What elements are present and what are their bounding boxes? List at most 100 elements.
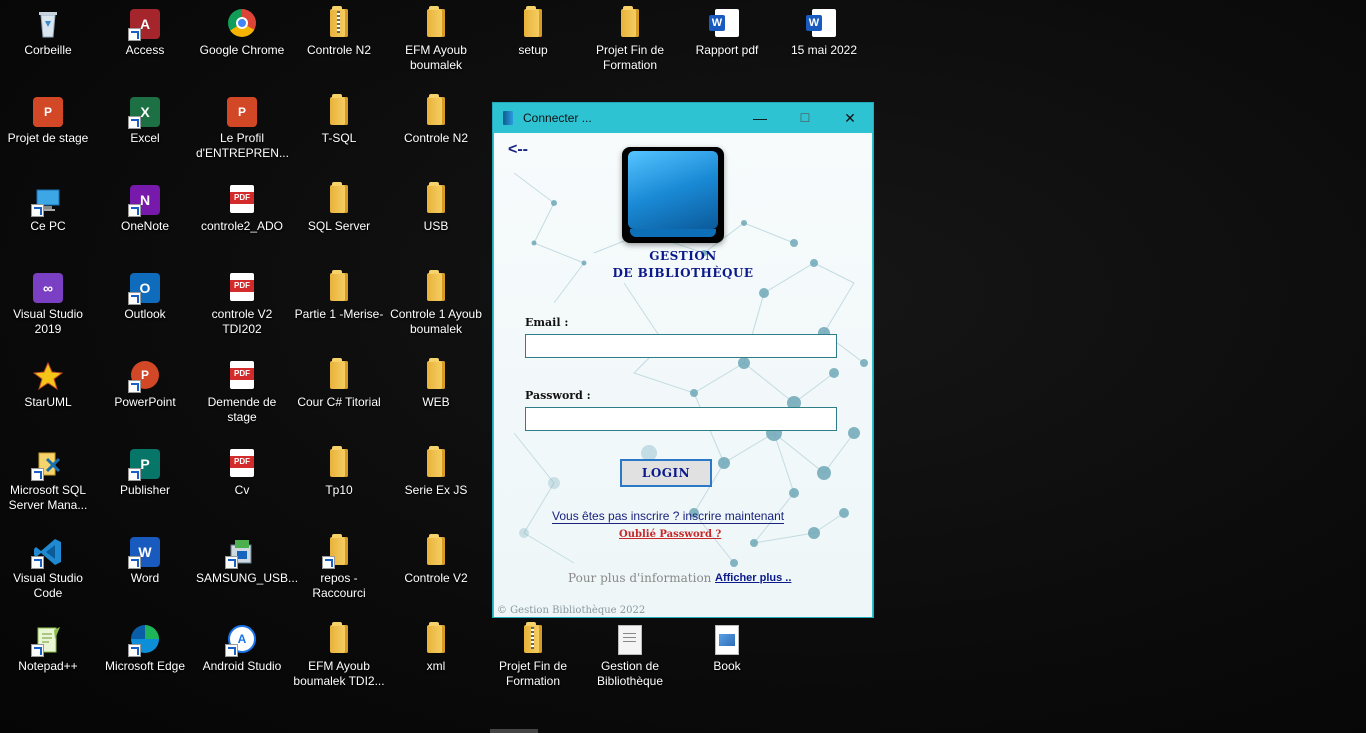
folder-icon (324, 94, 354, 127)
desktop-icon-controle-v2-tdi202[interactable]: controle V2 TDI202 (194, 266, 290, 352)
word-doc-icon (806, 9, 839, 39)
desktop-icon-rapport-pdf[interactable]: Rapport pdf (679, 2, 775, 88)
desktop-icon-efm-ayoub-tdi2[interactable]: EFM Ayoub boumalek TDI2... (291, 618, 387, 704)
desktop-icon-staruml[interactable]: StarUML (0, 354, 96, 440)
close-button[interactable]: ✕ (827, 103, 873, 133)
desktop-icon-label: SAMSUNG_USB... (196, 571, 299, 585)
desktop-icon-publisher[interactable]: P Publisher (97, 442, 193, 528)
desktop-icon-serie-ex-js[interactable]: Serie Ex JS (388, 442, 484, 528)
desktop-icon-15-mai-2022[interactable]: 15 mai 2022 (776, 2, 872, 88)
desktop-icon-le-profil[interactable]: P Le Profil d'ENTREPREN... (194, 90, 290, 176)
desktop-icon-projet-fin-zip[interactable]: Projet Fin de Formation (485, 618, 581, 704)
folder-icon (324, 182, 354, 215)
desktop-icon-label: Controle N2 (403, 131, 469, 145)
email-field[interactable] (525, 334, 837, 358)
shortcut-arrow-icon (225, 556, 238, 569)
desktop-icon-label: Partie 1 -Merise- (294, 307, 384, 321)
desktop-icon-microsoft-edge[interactable]: Microsoft Edge (97, 618, 193, 704)
desktop-icon-label: Cour C# Titorial (297, 395, 381, 409)
desktop-icon-book[interactable]: Book (679, 618, 775, 704)
shortcut-arrow-icon (128, 204, 141, 217)
desktop-icon-controle-1-ayoub[interactable]: Controle 1 Ayoub boumalek (388, 266, 484, 352)
shortcut-arrow-icon (322, 556, 335, 569)
desktop-icon-projet-de-stage[interactable]: P Projet de stage (0, 90, 96, 176)
text-file-icon (615, 625, 645, 655)
book-app-icon (503, 111, 513, 125)
desktop-icon-label: Serie Ex JS (404, 483, 468, 497)
desktop-icon-label: Controle 1 Ayoub boumalek (390, 307, 482, 336)
show-more-link[interactable]: Afficher plus .. (715, 572, 791, 584)
minimize-button[interactable]: — (737, 103, 783, 133)
desktop-icon-tp10[interactable]: Tp10 (291, 442, 387, 528)
desktop-icon-outlook[interactable]: O Outlook (97, 266, 193, 352)
login-form: <-- GESTION DE BIBLIOTHÈQUE Email : Pass… (494, 133, 872, 617)
desktop-icon-projet-fin-de-formation[interactable]: Projet Fin de Formation (582, 2, 678, 88)
desktop-icon-cour-csharp[interactable]: Cour C# Titorial (291, 354, 387, 440)
shortcut-arrow-icon (31, 204, 44, 217)
desktop-icon-controle-n2-zip[interactable]: Controle N2 (291, 2, 387, 88)
login-button[interactable]: LOGIN (620, 459, 712, 487)
desktop-icon-google-chrome[interactable]: Google Chrome (194, 2, 290, 88)
forgot-password-link[interactable]: Oublié Password ? (619, 529, 721, 540)
window-titlebar[interactable]: Connecter ... — ☐ ✕ (493, 103, 873, 133)
desktop-icon-label: 15 mai 2022 (790, 43, 858, 57)
maximize-button[interactable]: ☐ (782, 103, 828, 133)
password-field[interactable] (525, 407, 837, 431)
desktop-icon-label: Cv (234, 483, 250, 497)
desktop-icon-efm-ayoub-boumalek[interactable]: EFM Ayoub boumalek (388, 2, 484, 88)
android-studio-icon: A (225, 625, 257, 657)
desktop-icon-demende-de-stage[interactable]: Demende de stage (194, 354, 290, 440)
desktop-icon-android-studio[interactable]: A Android Studio (194, 618, 290, 704)
desktop-icon-usb[interactable]: USB (388, 178, 484, 264)
desktop-icon-web[interactable]: WEB (388, 354, 484, 440)
folder-icon (421, 446, 451, 479)
desktop-icon-label: Access (125, 43, 165, 57)
desktop-icon-ssms[interactable]: Microsoft SQL Server Mana... (0, 442, 96, 528)
desktop-icon-ce-pc[interactable]: Ce PC (0, 178, 96, 264)
desktop-icon-label: Rapport pdf (695, 43, 759, 57)
folder-icon (324, 622, 354, 655)
word-icon: W (128, 537, 160, 569)
desktop-icon-sql-server[interactable]: SQL Server (291, 178, 387, 264)
desktop-icon-excel[interactable]: X Excel (97, 90, 193, 176)
desktop-icon-corbeille[interactable]: Corbeille (0, 2, 96, 88)
desktop-icon-onenote[interactable]: N OneNote (97, 178, 193, 264)
access-icon: A (128, 9, 160, 41)
taskbar-edge (490, 729, 538, 733)
desktop-icon-controle-n2[interactable]: Controle N2 (388, 90, 484, 176)
back-arrow-icon[interactable]: <-- (508, 141, 528, 159)
desktop-icon-setup[interactable]: setup (485, 2, 581, 88)
pdf-icon (227, 273, 257, 303)
desktop-icon-t-sql[interactable]: T-SQL (291, 90, 387, 176)
desktop-icon-notepadpp[interactable]: Notepad++ (0, 618, 96, 704)
computer-icon (31, 185, 63, 217)
desktop-icon-controle2-ado[interactable]: controle2_ADO (194, 178, 290, 264)
desktop-icon-repos-raccourci[interactable]: repos - Raccourci (291, 530, 387, 616)
desktop-icon-samsung-usb[interactable]: SAMSUNG_USB... (194, 530, 299, 616)
folder-icon (421, 182, 451, 215)
info-text: Pour plus d'information (568, 571, 712, 585)
folder-icon (421, 270, 451, 303)
desktop-icon-vscode[interactable]: Visual Studio Code (0, 530, 96, 616)
desktop-icon-powerpoint[interactable]: P PowerPoint (97, 354, 193, 440)
desktop-icon-label: Projet de stage (7, 131, 89, 145)
shortcut-arrow-icon (128, 380, 141, 393)
desktop-icon-visual-studio-2019[interactable]: ∞ Visual Studio 2019 (0, 266, 96, 352)
desktop-icon-access[interactable]: A Access (97, 2, 193, 88)
desktop-icon-controle-v2[interactable]: Controle V2 (388, 530, 484, 616)
desktop-icon-label: StarUML (24, 395, 72, 409)
powerpoint-file-icon: P (33, 97, 63, 127)
desktop-icon-gestion-de-bibliotheque[interactable]: Gestion de Bibliothèque (582, 618, 678, 704)
folder-icon (322, 534, 354, 569)
folder-icon (421, 622, 451, 655)
desktop-icon-label: Notepad++ (18, 659, 78, 673)
desktop-icon-partie-1-merise[interactable]: Partie 1 -Merise- (291, 266, 387, 352)
desktop-icon-label: xml (426, 659, 446, 673)
desktop-icon-label: Book (713, 659, 741, 673)
folder-icon (421, 358, 451, 391)
desktop-icon-label: EFM Ayoub boumalek TDI2... (293, 659, 385, 688)
desktop-icon-word[interactable]: W Word (97, 530, 193, 616)
desktop-icon-cv[interactable]: Cv (194, 442, 290, 528)
desktop-icon-xml[interactable]: xml (388, 618, 484, 704)
signup-link[interactable]: Vous êtes pas inscrire ? inscrire mainte… (552, 509, 785, 524)
